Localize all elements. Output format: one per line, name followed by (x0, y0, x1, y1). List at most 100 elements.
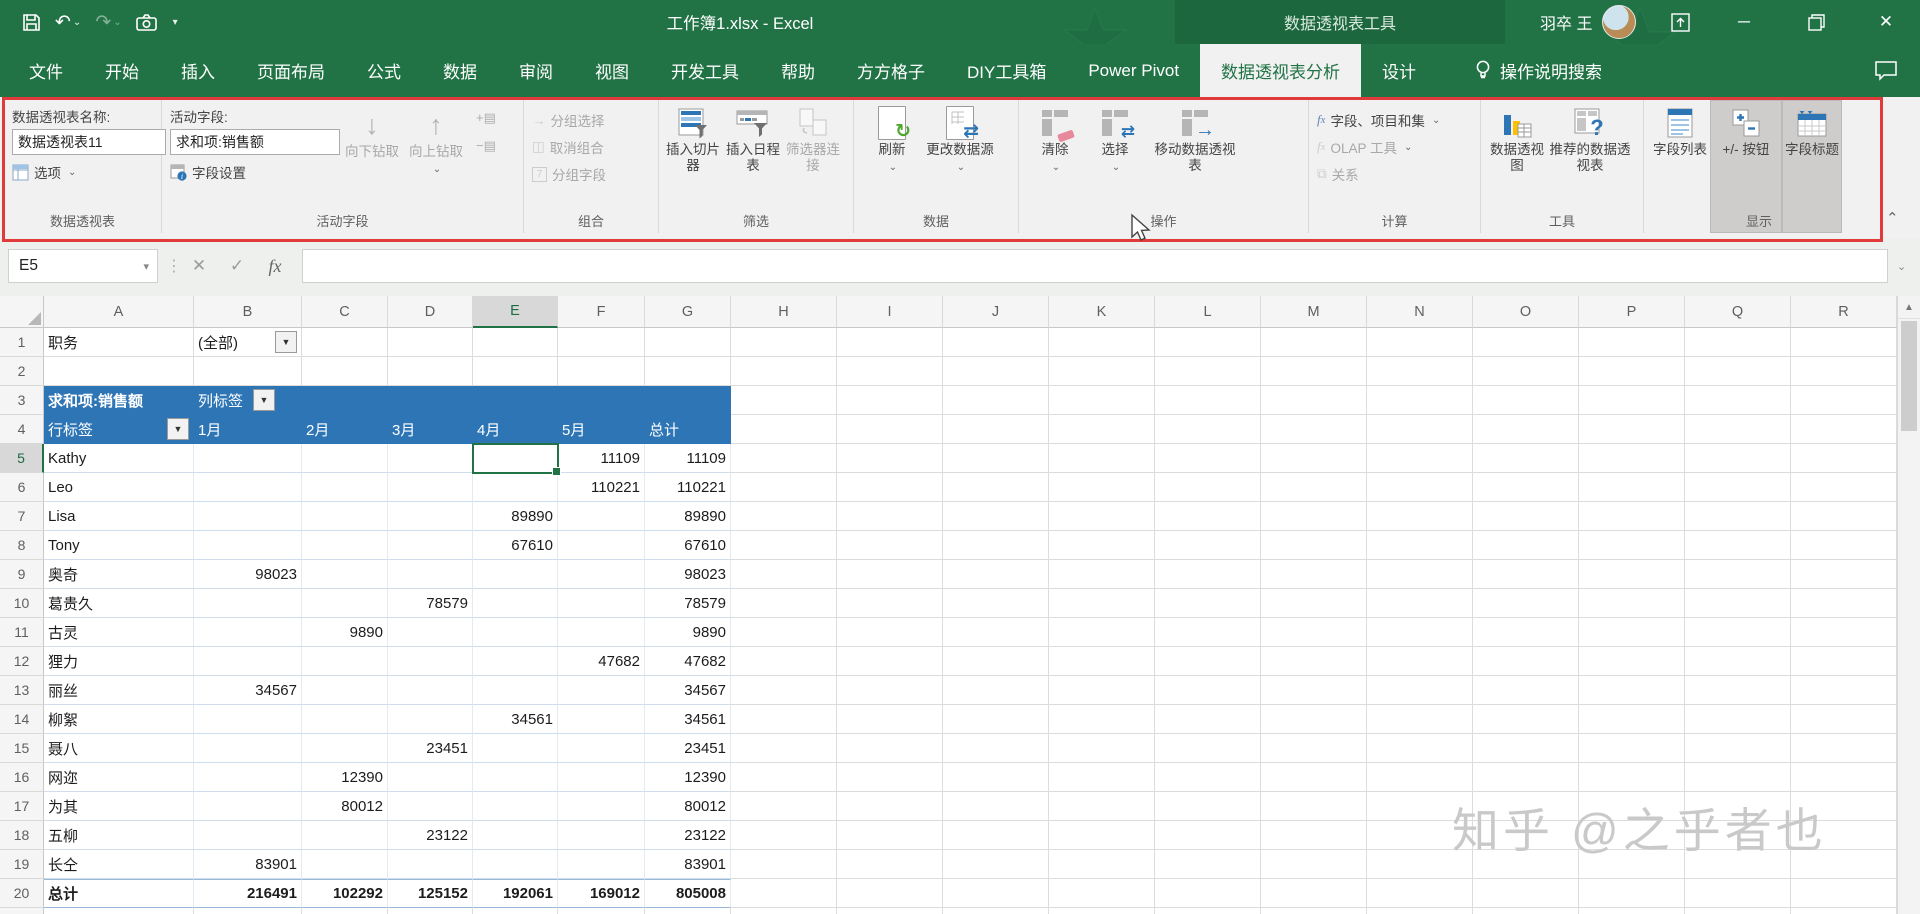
tab-开发工具[interactable]: 开发工具 (650, 44, 760, 97)
save-icon[interactable] (22, 13, 41, 32)
cell-N12[interactable] (1367, 647, 1473, 676)
cell-N4[interactable] (1367, 415, 1473, 444)
minimize-button[interactable]: ─ (1716, 0, 1772, 44)
cell-L6[interactable] (1155, 473, 1261, 502)
cell-E2[interactable] (473, 357, 558, 386)
cell-I8[interactable] (837, 531, 943, 560)
cell-J18[interactable] (943, 821, 1049, 850)
cell-C6[interactable] (302, 473, 388, 502)
cell-M16[interactable] (1261, 763, 1367, 792)
cell-P16[interactable] (1579, 763, 1685, 792)
cell-H12[interactable] (731, 647, 837, 676)
filter-dropdown-icon[interactable]: ▼ (275, 331, 297, 353)
column-header-F[interactable]: F (558, 296, 645, 328)
cell-C20[interactable]: 102292 (302, 879, 388, 908)
cell-B17[interactable] (194, 792, 302, 821)
column-header-B[interactable]: B (194, 296, 302, 328)
cell-R5[interactable] (1791, 444, 1897, 473)
cell-B7[interactable] (194, 502, 302, 531)
cell-O16[interactable] (1473, 763, 1579, 792)
cell-A3[interactable]: 求和项:销售额 (44, 386, 194, 415)
cell-L4[interactable] (1155, 415, 1261, 444)
cell-K6[interactable] (1049, 473, 1155, 502)
cell-P15[interactable] (1579, 734, 1685, 763)
cell-E19[interactable] (473, 850, 558, 879)
cell-K8[interactable] (1049, 531, 1155, 560)
cell-G18[interactable]: 23122 (645, 821, 731, 850)
cell-A11[interactable]: 古灵 (44, 618, 194, 647)
cell-J5[interactable] (943, 444, 1049, 473)
cell-N16[interactable] (1367, 763, 1473, 792)
cell-R4[interactable] (1791, 415, 1897, 444)
cell-D9[interactable] (388, 560, 473, 589)
cell-K16[interactable] (1049, 763, 1155, 792)
cell-M21[interactable] (1261, 908, 1367, 914)
cell-K1[interactable] (1049, 328, 1155, 357)
cell-G2[interactable] (645, 357, 731, 386)
tab-插入[interactable]: 插入 (160, 44, 236, 97)
cell-H7[interactable] (731, 502, 837, 531)
cell-B1[interactable]: (全部)▼ (194, 328, 302, 357)
cell-F8[interactable] (558, 531, 645, 560)
cell-M4[interactable] (1261, 415, 1367, 444)
cell-O3[interactable] (1473, 386, 1579, 415)
vertical-scrollbar[interactable]: ▲ (1897, 296, 1920, 914)
cell-J2[interactable] (943, 357, 1049, 386)
column-header-M[interactable]: M (1261, 296, 1367, 328)
cell-Q13[interactable] (1685, 676, 1791, 705)
cell-E11[interactable] (473, 618, 558, 647)
cell-B11[interactable] (194, 618, 302, 647)
cell-M14[interactable] (1261, 705, 1367, 734)
row-header-6[interactable]: 6 (0, 473, 44, 502)
cell-J20[interactable] (943, 879, 1049, 908)
cell-G4[interactable]: 总计 (645, 415, 731, 444)
cell-Q11[interactable] (1685, 618, 1791, 647)
cell-K4[interactable] (1049, 415, 1155, 444)
cell-B15[interactable] (194, 734, 302, 763)
cell-P12[interactable] (1579, 647, 1685, 676)
cell-M8[interactable] (1261, 531, 1367, 560)
cell-L15[interactable] (1155, 734, 1261, 763)
cell-C15[interactable] (302, 734, 388, 763)
cell-F21[interactable] (558, 908, 645, 914)
cell-E20[interactable]: 192061 (473, 879, 558, 908)
cell-K7[interactable] (1049, 502, 1155, 531)
cell-O15[interactable] (1473, 734, 1579, 763)
cell-A13[interactable]: 丽丝 (44, 676, 194, 705)
cell-B16[interactable] (194, 763, 302, 792)
cell-B8[interactable] (194, 531, 302, 560)
cell-H14[interactable] (731, 705, 837, 734)
cell-Q6[interactable] (1685, 473, 1791, 502)
cell-E7[interactable]: 89890 (473, 502, 558, 531)
cell-F5[interactable]: 11109 (558, 444, 645, 473)
row-header-11[interactable]: 11 (0, 618, 44, 647)
cell-K18[interactable] (1049, 821, 1155, 850)
tab-开始[interactable]: 开始 (84, 44, 160, 97)
cell-O5[interactable] (1473, 444, 1579, 473)
cell-Q5[interactable] (1685, 444, 1791, 473)
cell-B9[interactable]: 98023 (194, 560, 302, 589)
cell-H1[interactable] (731, 328, 837, 357)
pivot-name-input[interactable] (12, 129, 166, 155)
cell-L16[interactable] (1155, 763, 1261, 792)
cell-F15[interactable] (558, 734, 645, 763)
cell-K21[interactable] (1049, 908, 1155, 914)
enter-icon[interactable]: ✓ (220, 249, 254, 283)
cell-R11[interactable] (1791, 618, 1897, 647)
cell-H21[interactable] (731, 908, 837, 914)
cell-B19[interactable]: 83901 (194, 850, 302, 879)
cell-J10[interactable] (943, 589, 1049, 618)
cell-A9[interactable]: 奥奇 (44, 560, 194, 589)
cell-J7[interactable] (943, 502, 1049, 531)
cell-I7[interactable] (837, 502, 943, 531)
cell-L21[interactable] (1155, 908, 1261, 914)
cell-L18[interactable] (1155, 821, 1261, 850)
cell-C7[interactable] (302, 502, 388, 531)
cell-I10[interactable] (837, 589, 943, 618)
cell-G13[interactable]: 34567 (645, 676, 731, 705)
tab-数据[interactable]: 数据 (422, 44, 498, 97)
cell-A7[interactable]: Lisa (44, 502, 194, 531)
cell-E18[interactable] (473, 821, 558, 850)
cell-Q16[interactable] (1685, 763, 1791, 792)
cell-A16[interactable]: 网迩 (44, 763, 194, 792)
